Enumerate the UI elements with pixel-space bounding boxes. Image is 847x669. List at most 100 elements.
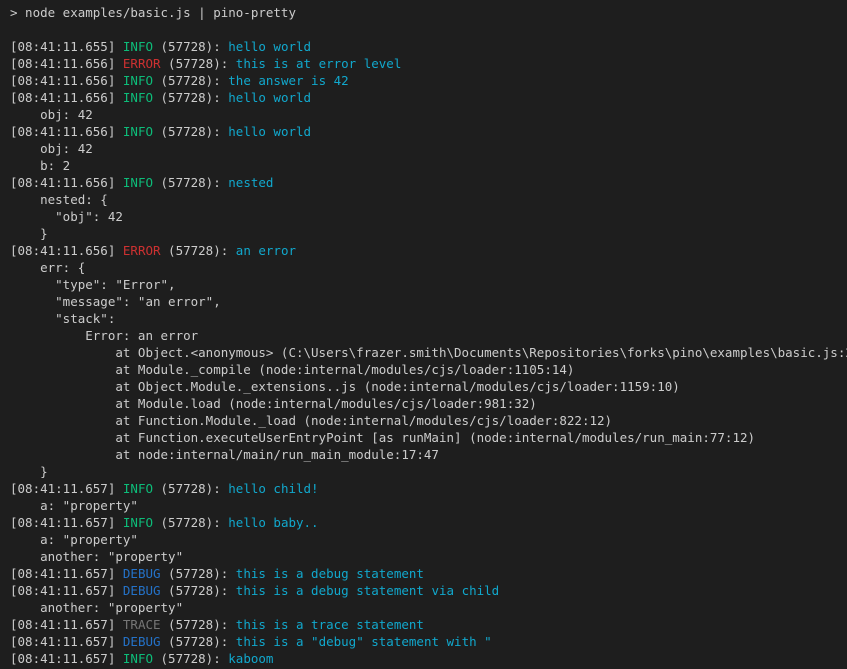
terminal-line: [08:41:11.657] INFO (57728): hello baby.…: [10, 514, 841, 531]
log-pid: (57728):: [153, 175, 228, 190]
log-pid: (57728):: [161, 617, 236, 632]
log-timestamp: [08:41:11.656]: [10, 56, 123, 71]
terminal-line: [08:41:11.657] INFO (57728): hello child…: [10, 480, 841, 497]
terminal-line: a: "property": [10, 531, 841, 548]
terminal-line: [08:41:11.656] INFO (57728): nested: [10, 174, 841, 191]
terminal-line: b: 2: [10, 157, 841, 174]
terminal-line: at node:internal/main/run_main_module:17…: [10, 446, 841, 463]
log-property: a: "property": [10, 532, 138, 547]
log-timestamp: [08:41:11.657]: [10, 515, 123, 530]
terminal-line: Error: an error: [10, 327, 841, 344]
log-property: nested: {: [10, 192, 108, 207]
terminal-line: [08:41:11.656] INFO (57728): hello world: [10, 123, 841, 140]
log-level: DEBUG: [123, 583, 161, 598]
terminal-line: "type": "Error",: [10, 276, 841, 293]
log-property: "obj": 42: [10, 209, 123, 224]
log-pid: (57728):: [153, 73, 228, 88]
terminal-line: }: [10, 463, 841, 480]
terminal-line: [08:41:11.657] DEBUG (57728): this is a …: [10, 565, 841, 582]
log-message: the answer is 42: [228, 73, 348, 88]
log-property: another: "property": [10, 600, 183, 615]
terminal-line: [08:41:11.657] INFO (57728): kaboom: [10, 650, 841, 667]
log-property: "type": "Error",: [10, 277, 176, 292]
log-message: an error: [236, 243, 296, 258]
log-level: INFO: [123, 124, 153, 139]
error-stack-line: at node:internal/main/run_main_module:17…: [10, 447, 439, 462]
log-property: obj: 42: [10, 107, 93, 122]
log-timestamp: [08:41:11.656]: [10, 73, 123, 88]
log-timestamp: [08:41:11.657]: [10, 481, 123, 496]
log-timestamp: [08:41:11.656]: [10, 175, 123, 190]
terminal-line: a: "property": [10, 497, 841, 514]
terminal-line: "obj": 42: [10, 208, 841, 225]
log-property: b: 2: [10, 158, 70, 173]
log-level: INFO: [123, 175, 153, 190]
log-property: "message": "an error",: [10, 294, 221, 309]
log-message: hello child!: [228, 481, 318, 496]
log-level: INFO: [123, 515, 153, 530]
log-message: hello world: [228, 90, 311, 105]
log-property: another: "property": [10, 549, 183, 564]
log-message: this is a debug statement: [236, 566, 424, 581]
log-message: kaboom: [228, 651, 273, 666]
log-level: ERROR: [123, 243, 161, 258]
log-message: this is a debug statement via child: [236, 583, 499, 598]
log-pid: (57728):: [153, 481, 228, 496]
log-property: err: {: [10, 260, 85, 275]
log-timestamp: [08:41:11.657]: [10, 634, 123, 649]
log-level: DEBUG: [123, 566, 161, 581]
log-pid: (57728):: [161, 243, 236, 258]
log-level: TRACE: [123, 617, 161, 632]
log-pid: (57728):: [153, 515, 228, 530]
terminal-line: at Module.load (node:internal/modules/cj…: [10, 395, 841, 412]
log-level: INFO: [123, 39, 153, 54]
log-pid: (57728):: [153, 651, 228, 666]
log-property: a: "property": [10, 498, 138, 513]
error-stack-line: at Object.<anonymous> (C:\Users\frazer.s…: [10, 345, 847, 360]
log-pid: (57728):: [153, 124, 228, 139]
terminal-line: "message": "an error",: [10, 293, 841, 310]
terminal-line: nested: {: [10, 191, 841, 208]
log-message: hello world: [228, 124, 311, 139]
log-message: this is a "debug" statement with ": [236, 634, 492, 649]
log-level: INFO: [123, 651, 153, 666]
log-pid: (57728):: [161, 634, 236, 649]
log-timestamp: [08:41:11.656]: [10, 124, 123, 139]
log-message: this is at error level: [236, 56, 402, 71]
terminal-line: }: [10, 225, 841, 242]
terminal-line: obj: 42: [10, 106, 841, 123]
log-timestamp: [08:41:11.655]: [10, 39, 123, 54]
error-stack-line: at Function.Module._load (node:internal/…: [10, 413, 612, 428]
log-timestamp: [08:41:11.657]: [10, 651, 123, 666]
log-property: }: [10, 226, 48, 241]
terminal-line: [08:41:11.657] DEBUG (57728): this is a …: [10, 582, 841, 599]
log-pid: (57728):: [161, 566, 236, 581]
log-timestamp: [08:41:11.657]: [10, 617, 123, 632]
terminal-line: [08:41:11.657] TRACE (57728): this is a …: [10, 616, 841, 633]
log-message: nested: [228, 175, 273, 190]
terminal-line: at Object.<anonymous> (C:\Users\frazer.s…: [10, 344, 841, 361]
log-level: INFO: [123, 481, 153, 496]
command-line: > node examples/basic.js | pino-pretty: [10, 5, 296, 20]
error-stack-line: at Function.executeUserEntryPoint [as ru…: [10, 430, 755, 445]
log-property: obj: 42: [10, 141, 93, 156]
terminal-line: [08:41:11.656] INFO (57728): the answer …: [10, 72, 841, 89]
terminal-line: at Module._compile (node:internal/module…: [10, 361, 841, 378]
error-stack-line: at Object.Module._extensions..js (node:i…: [10, 379, 680, 394]
terminal-line: [10, 21, 841, 38]
terminal-output: > node examples/basic.js | pino-pretty […: [0, 0, 847, 669]
terminal-line: err: {: [10, 259, 841, 276]
log-pid: (57728):: [161, 56, 236, 71]
log-pid: (57728):: [161, 583, 236, 598]
log-level: DEBUG: [123, 634, 161, 649]
terminal-line: obj: 42: [10, 140, 841, 157]
log-level: INFO: [123, 90, 153, 105]
error-stack-line: Error: an error: [10, 328, 198, 343]
log-timestamp: [08:41:11.657]: [10, 583, 123, 598]
terminal-line: another: "property": [10, 548, 841, 565]
terminal-line: "stack":: [10, 310, 841, 327]
terminal-line: [08:41:11.657] DEBUG (57728): this is a …: [10, 633, 841, 650]
error-stack-line: at Module.load (node:internal/modules/cj…: [10, 396, 537, 411]
terminal-line: > node examples/basic.js | pino-pretty: [10, 4, 841, 21]
terminal-line: [08:41:11.655] INFO (57728): hello world: [10, 38, 841, 55]
